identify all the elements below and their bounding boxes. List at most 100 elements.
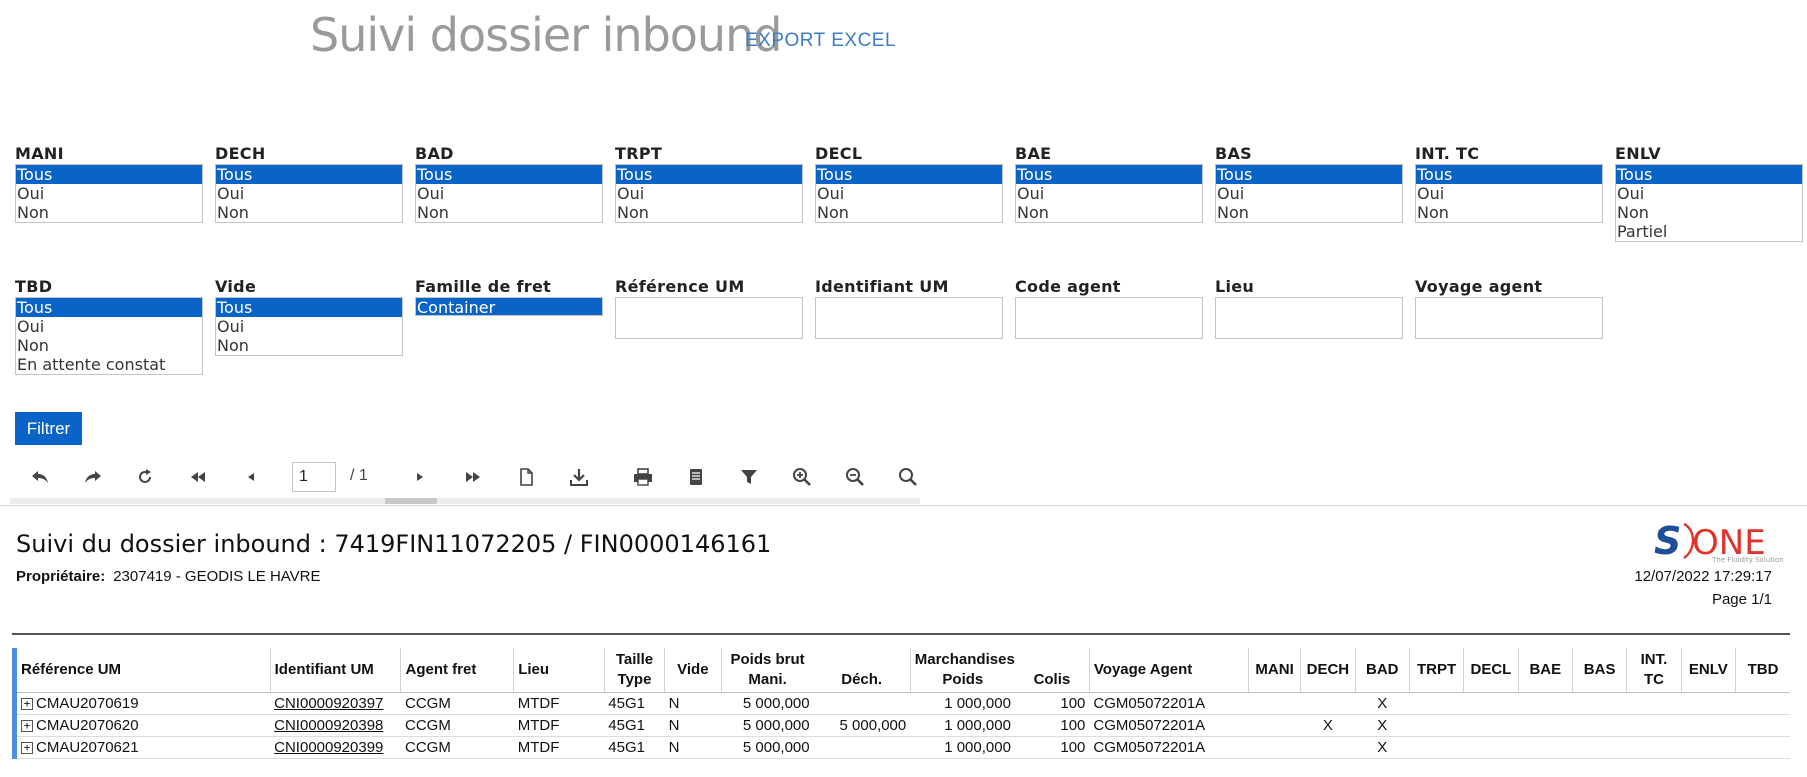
filter-option[interactable]: Tous xyxy=(1416,165,1602,184)
filter-option[interactable]: Tous xyxy=(616,165,802,184)
filter-option[interactable]: En attente constat xyxy=(16,355,202,374)
col-header-dech-flag[interactable]: DECH xyxy=(1300,648,1356,693)
expand-icon[interactable]: + xyxy=(21,697,33,710)
col-header-ident-um[interactable]: Identifiant UM xyxy=(270,648,402,693)
forward-icon[interactable] xyxy=(80,465,106,489)
filter-option[interactable]: Non xyxy=(16,203,202,222)
filter-listbox[interactable]: Tous Oui Non xyxy=(1015,164,1203,223)
filter-icon[interactable] xyxy=(736,465,762,489)
filter-listbox[interactable]: Tous Oui Non xyxy=(215,297,403,356)
identifiant-um-input[interactable] xyxy=(815,297,1003,339)
filter-listbox[interactable]: Tous Oui Non xyxy=(615,164,803,223)
filter-option[interactable]: Non xyxy=(16,336,202,355)
ident-um-link[interactable]: CNI0000920397 xyxy=(274,695,383,712)
filter-listbox[interactable]: Tous Oui Non xyxy=(215,164,403,223)
filter-option[interactable]: Oui xyxy=(216,184,402,203)
col-header-lieu[interactable]: Lieu xyxy=(513,648,605,693)
back-icon[interactable] xyxy=(27,465,53,489)
filter-option[interactable]: Oui xyxy=(16,184,202,203)
voyage-agent-input[interactable] xyxy=(1415,297,1603,339)
col-header-enlv[interactable]: ENLV xyxy=(1681,648,1736,693)
filter-listbox[interactable]: Tous Oui Non xyxy=(15,164,203,223)
prev-page-icon[interactable] xyxy=(238,465,264,489)
filter-option[interactable]: Oui xyxy=(16,317,202,336)
filter-option[interactable]: Partiel xyxy=(1616,222,1802,241)
filter-option[interactable]: Tous xyxy=(1216,165,1402,184)
col-header-agent-fret[interactable]: Agent fret xyxy=(400,648,515,693)
expand-icon[interactable]: + xyxy=(21,719,33,732)
filter-option[interactable]: Container xyxy=(415,297,603,317)
filter-option[interactable]: Non xyxy=(616,203,802,222)
filter-option[interactable]: Oui xyxy=(1216,184,1402,203)
filter-option[interactable]: Tous xyxy=(816,165,1002,184)
filter-option[interactable]: Tous xyxy=(1616,165,1802,184)
col-header-colis[interactable]: Colis xyxy=(1014,648,1090,693)
reference-um-input[interactable] xyxy=(615,297,803,339)
code-agent-input[interactable] xyxy=(1015,297,1203,339)
filter-option[interactable]: Oui xyxy=(216,317,402,336)
filter-option[interactable]: Oui xyxy=(816,184,1002,203)
filter-option[interactable]: Non xyxy=(1416,203,1602,222)
filter-option[interactable]: Non xyxy=(216,336,402,355)
filter-listbox[interactable]: Tous Oui Non xyxy=(415,164,603,223)
filter-listbox[interactable]: Tous Oui Non xyxy=(1215,164,1403,223)
page-setup-icon[interactable] xyxy=(513,465,539,489)
first-page-icon[interactable] xyxy=(185,465,211,489)
table-row[interactable]: + CMAU2070621 CNI0000920399 CCGM MTDF 45G1 N 5 … xyxy=(12,736,1790,759)
col-header-ref-um[interactable]: Référence UM xyxy=(12,648,271,693)
filter-option[interactable]: Oui xyxy=(416,184,602,203)
filter-option[interactable]: Non xyxy=(1016,203,1202,222)
filter-option[interactable]: Tous xyxy=(216,298,402,317)
toolbar-scrollbar[interactable] xyxy=(10,498,920,504)
page-number-input[interactable]: 1 xyxy=(292,462,336,492)
filter-option[interactable]: Non xyxy=(816,203,1002,222)
col-header-taille-type[interactable]: Taille Type xyxy=(604,648,666,693)
filter-listbox[interactable]: Tous Oui Non xyxy=(815,164,1003,223)
filter-option[interactable]: Non xyxy=(416,203,602,222)
refresh-icon[interactable] xyxy=(132,465,158,489)
col-header-decl[interactable]: DECL xyxy=(1463,648,1519,693)
col-header-poids-mani[interactable]: Poids brut Mani. xyxy=(721,648,814,693)
filter-option[interactable]: Tous xyxy=(216,165,402,184)
filter-option[interactable]: Oui xyxy=(1016,184,1202,203)
search-icon[interactable] xyxy=(895,465,921,489)
lieu-input[interactable] xyxy=(1215,297,1403,339)
expand-icon[interactable]: + xyxy=(21,741,33,754)
filter-option[interactable]: Oui xyxy=(1416,184,1602,203)
col-header-int-tc[interactable]: INT. TC xyxy=(1626,648,1682,693)
filter-button[interactable]: Filtrer xyxy=(15,412,82,445)
filter-option[interactable]: Non xyxy=(216,203,402,222)
filter-option[interactable]: Oui xyxy=(1616,184,1802,203)
col-header-trpt[interactable]: TRPT xyxy=(1409,648,1465,693)
col-header-mani[interactable]: MANI xyxy=(1248,648,1302,693)
filter-option[interactable]: Tous xyxy=(16,165,202,184)
zoom-out-icon[interactable] xyxy=(842,465,868,489)
scrollbar-thumb[interactable] xyxy=(385,498,437,504)
download-icon[interactable] xyxy=(566,465,592,489)
col-header-dech[interactable]: Déch. xyxy=(813,648,911,693)
filter-listbox[interactable]: Tous Oui Non xyxy=(1415,164,1603,223)
col-header-bae[interactable]: BAE xyxy=(1518,648,1573,693)
filter-option[interactable]: Non xyxy=(1216,203,1402,222)
col-header-marchandises-poids[interactable]: Marchandises Poids xyxy=(910,648,1015,693)
filter-listbox[interactable]: Tous Oui Non En attente constat xyxy=(15,297,203,375)
col-header-vide[interactable]: Vide xyxy=(664,648,722,693)
export-excel-link[interactable]: EXPORT EXCEL xyxy=(745,30,896,52)
table-row[interactable]: + CMAU2070620 CNI0000920398 CCGM MTDF 45G1 N 5 … xyxy=(12,714,1790,737)
col-header-bas[interactable]: BAS xyxy=(1572,648,1628,693)
col-header-bad[interactable]: BAD xyxy=(1355,648,1410,693)
print-page-icon[interactable] xyxy=(683,465,709,489)
filter-option[interactable]: Tous xyxy=(16,298,202,317)
ident-um-link[interactable]: CNI0000920399 xyxy=(274,739,383,756)
filter-option[interactable]: Tous xyxy=(416,165,602,184)
filter-option[interactable]: Tous xyxy=(1016,165,1202,184)
last-page-icon[interactable] xyxy=(460,465,486,489)
zoom-in-icon[interactable] xyxy=(789,465,815,489)
filter-option[interactable]: Non xyxy=(1616,203,1802,222)
filter-listbox[interactable]: Tous Oui Non Partiel xyxy=(1615,164,1803,242)
filter-option[interactable]: Oui xyxy=(616,184,802,203)
col-header-voyage-agent[interactable]: Voyage Agent xyxy=(1089,648,1249,693)
ident-um-link[interactable]: CNI0000920398 xyxy=(274,717,383,734)
table-row[interactable]: + CMAU2070619 CNI0000920397 CCGM MTDF 45G1 N 5 … xyxy=(12,692,1790,715)
col-header-tbd[interactable]: TBD xyxy=(1735,648,1790,693)
